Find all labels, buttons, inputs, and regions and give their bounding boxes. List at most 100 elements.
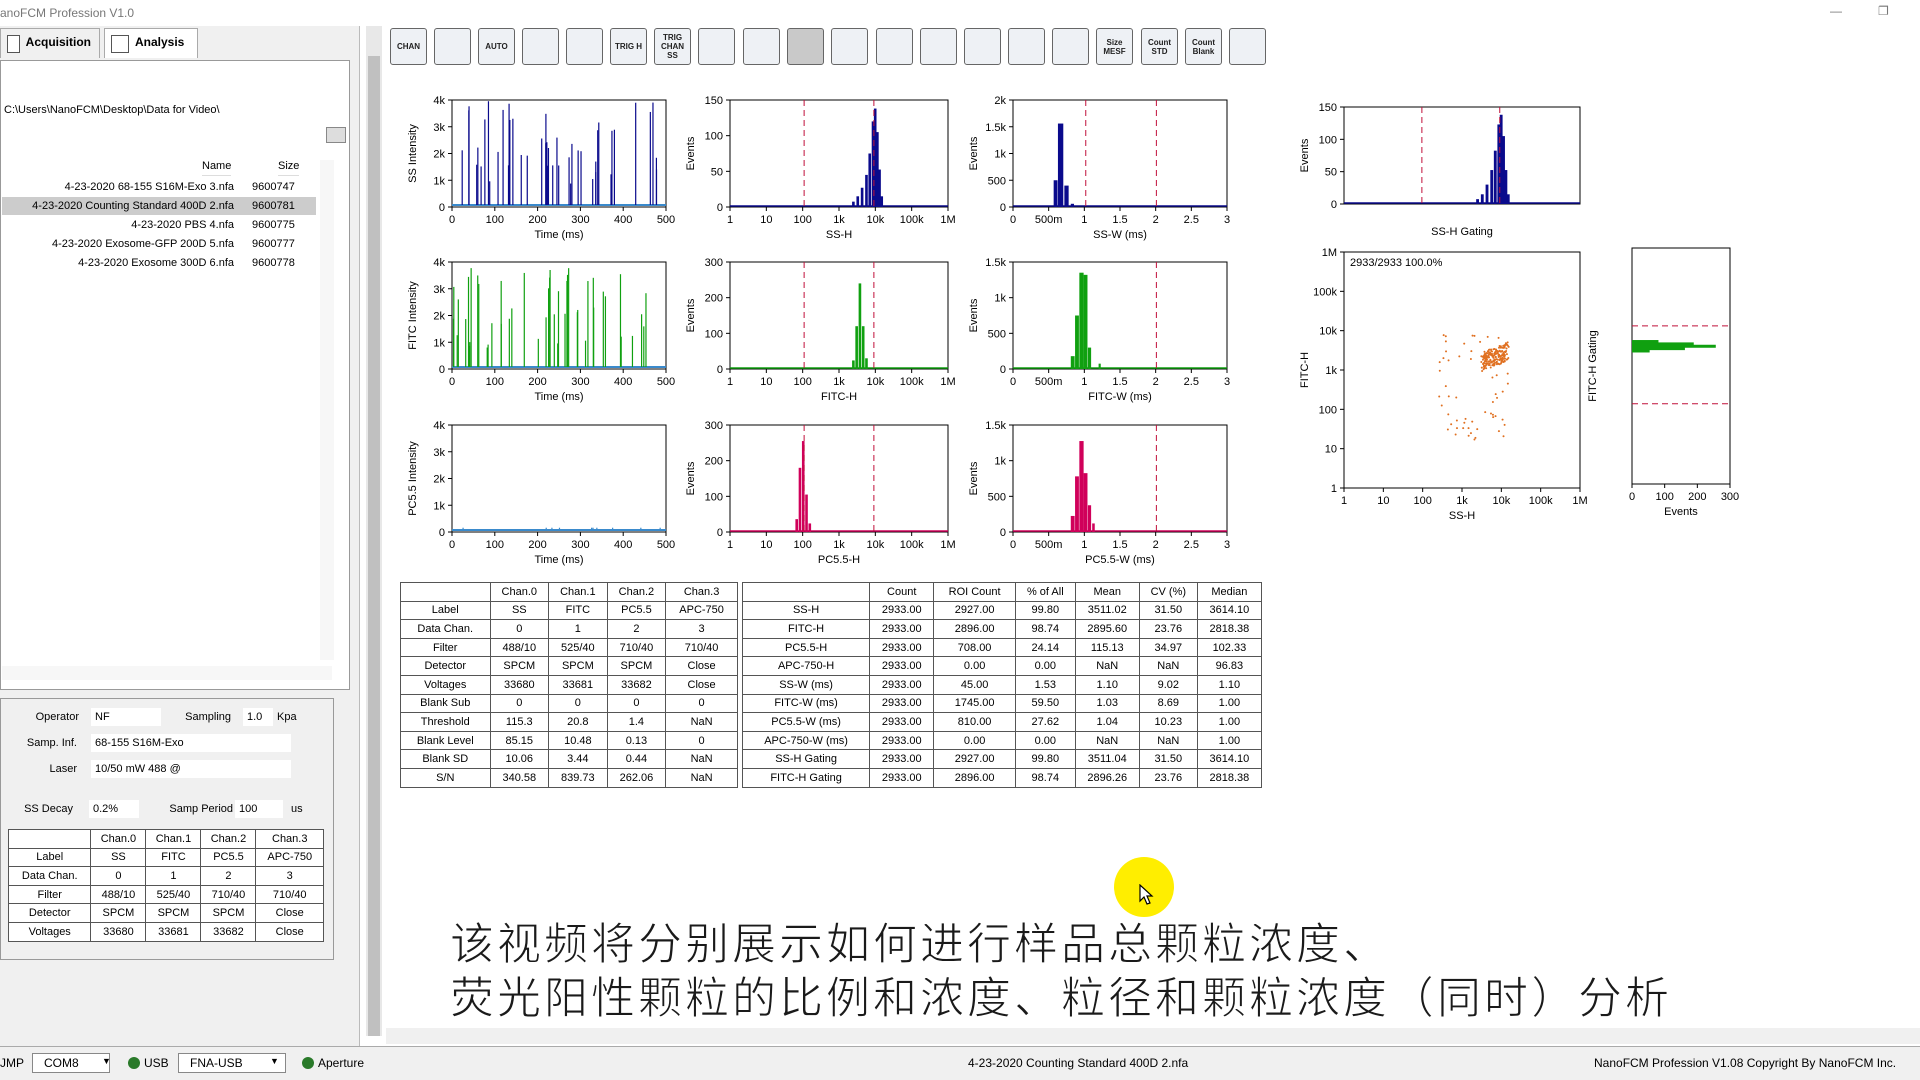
scatter-point <box>1480 361 1483 364</box>
file-row[interactable]: 4-23-2020 Exosome 300D 6.nfa 9600778 <box>2 254 316 272</box>
samp-inf-field[interactable]: 68-155 S16M-Exo <box>91 734 291 752</box>
fitc-w-histogram-xtick: 1.5 <box>1112 376 1127 388</box>
trig-chan-ss-button[interactable]: TRIG CHAN SS <box>654 28 691 65</box>
ss-h-histogram-xtick: 1M <box>940 214 955 226</box>
subtitle-line-2: 荧光阳性颗粒的比例和浓度、粒径和颗粒浓度（同时）分析 <box>450 973 1672 1025</box>
histogram-bar <box>798 467 802 532</box>
column-size-header[interactable]: Size <box>278 160 300 176</box>
fitc-h-gating-histogram[interactable]: 0 100 200 300 Events FITC-H Gating <box>1582 240 1760 536</box>
table-cell: Close <box>255 903 324 923</box>
left-panel-scrollbar[interactable] <box>366 26 382 1036</box>
histogram-bar <box>1083 274 1088 369</box>
histogram-bar <box>805 494 808 532</box>
scatter-point <box>1500 357 1503 360</box>
file-list-hscrollbar[interactable] <box>2 666 332 680</box>
laser-field[interactable]: 10/50 mW 488 @ <box>91 760 291 778</box>
ss-h-histogram-ylabel: Events <box>685 136 697 170</box>
ss-h-histogram[interactable]: 0 50 100 150 1 10 100 1k 10k 100k 1M SS-H Events <box>680 92 978 259</box>
com-dropdown-icon[interactable]: ▼ <box>102 1056 111 1066</box>
minimize-icon[interactable]: — <box>1830 4 1842 18</box>
table-cell: 33682 <box>200 921 257 942</box>
save-button[interactable] <box>698 28 735 65</box>
ss-decay-field[interactable]: 0.2% <box>89 800 139 818</box>
trig-h-button[interactable]: TRIG H <box>610 28 647 65</box>
table-cell: 1 <box>145 866 202 886</box>
file-row[interactable]: 4-23-2020 Exosome-GFP 200D 5.nfa 9600777 <box>2 235 316 253</box>
camera-button[interactable] <box>743 28 780 65</box>
table-cell: 710/40 <box>665 637 738 658</box>
settings-button[interactable] <box>434 28 471 65</box>
scatter-point <box>1505 347 1508 350</box>
scatter-plot-ylabel: FITC-H <box>1299 352 1311 388</box>
table-cell: 31.50 <box>1138 600 1198 621</box>
peak-button[interactable] <box>522 28 559 65</box>
scatter-plot-ytick: 1 <box>1331 483 1337 495</box>
folder-path[interactable]: C:\Users\NanoFCM\Desktop\Data for Video\ <box>4 100 319 120</box>
scatter-point <box>1471 334 1474 337</box>
person-button[interactable] <box>831 28 868 65</box>
table-header-cell: % of All <box>1014 582 1076 602</box>
table-header-cell: Chan.1 <box>145 829 202 849</box>
table-cell: 98.74 <box>1014 767 1076 788</box>
auto-button[interactable]: AUTO <box>478 28 515 65</box>
scroll-thumb[interactable] <box>368 56 380 1036</box>
file-list-scrollbar[interactable] <box>320 160 334 660</box>
fitc-time-plot[interactable]: 0 1k 2k 3k 4k 0 100 200 300 400 500 Time (ms) FITC I… <box>402 254 696 421</box>
pc-w-histogram[interactable]: 0 500 1k 1.5k 0 500m 1 1.5 2 2.5 3 PC5.5-W (ms) Even… <box>963 417 1257 584</box>
table-row: FITC-H Gating 2933.00 2896.00 98.74 2896.26 2… <box>741 767 1263 788</box>
grid-button[interactable] <box>787 28 824 65</box>
scatter-point <box>1446 428 1449 431</box>
ss-time-plot-ytick: 4k <box>433 95 445 107</box>
rect-gate-button[interactable] <box>964 28 1001 65</box>
file-row[interactable]: 4-23-2020 Counting Standard 400D 2.nfa 96… <box>2 197 316 215</box>
table-cell: 23.76 <box>1138 619 1198 639</box>
count-blank-button[interactable]: Count Blank <box>1185 28 1222 65</box>
ss-w-histogram-xtick: 0 <box>1010 214 1016 226</box>
ss-w-histogram-xtick: 2 <box>1153 214 1159 226</box>
table-header-row: Count ROI Count% of All Mean CV (%) Median <box>741 582 1263 602</box>
pc-time-plot-frame <box>451 424 667 533</box>
tab-acquisition[interactable]: Acquisition <box>0 28 100 58</box>
gate-line-button[interactable] <box>876 28 913 65</box>
restore-icon[interactable]: ❐ <box>1878 4 1889 18</box>
sampling-field[interactable]: 1.0 <box>243 708 273 726</box>
folder-open-icon[interactable] <box>326 127 346 143</box>
fitc-h-histogram-xtick: 10k <box>866 376 884 388</box>
report-button[interactable] <box>1229 28 1266 65</box>
gate-line-2-button[interactable] <box>920 28 957 65</box>
file-row[interactable]: 4-23-2020 PBS 4.nfa 9600775 <box>2 216 316 234</box>
samp-period-field[interactable]: 100 <box>235 800 283 818</box>
sampling-label: Sampling <box>185 711 231 723</box>
pc-time-plot[interactable]: 0 1k 2k 3k 4k 0 100 200 300 400 500 Time (ms) PC5.5 … <box>402 417 696 584</box>
ss-w-histogram[interactable]: 0 500 1k 1.5k 2k 0 500m 1 1.5 2 2.5 3 SS-W (ms) Event… <box>963 92 1257 259</box>
scatter-plot-frame <box>1343 251 1581 489</box>
scatter-plot[interactable]: 1101001k10k100k1M1 10 100 1k 10k 100k 1MSS-HFI… <box>1294 244 1610 540</box>
operator-field[interactable]: NF <box>91 708 161 726</box>
circle-gate-button[interactable] <box>1008 28 1045 65</box>
file-row[interactable]: 4-23-2020 68-155 S16M-Exo 3.nfa 9600747 <box>2 178 316 196</box>
fitc-h-histogram[interactable]: 0 100 200 300 1 10 100 1k 10k 100k 1M FITC-H Events <box>680 254 978 421</box>
count-std-button[interactable]: Count STD <box>1141 28 1178 65</box>
main-hscrollbar[interactable] <box>386 1028 1920 1044</box>
table-row: Detector SPCM SPCM SPCM Close <box>400 656 738 676</box>
size-meas-button[interactable]: Size MESF <box>1096 28 1133 65</box>
ss-h-gating-histogram[interactable]: 0 50 100 150 SS-H Gating Events <box>1294 99 1610 256</box>
polygon-gate-button[interactable] <box>1052 28 1089 65</box>
width-button[interactable] <box>566 28 603 65</box>
table-cell: 1.00 <box>1196 712 1263 732</box>
table-row: SS-H Gating 2933.00 2927.00 99.80 3511.04 31.… <box>741 749 1263 769</box>
table-header-row: Chan.0 Chan.1 Chan.2 Chan.3 <box>400 582 738 602</box>
ss-time-plot[interactable]: 0 1k 2k 3k 4k 0 100 200 300 400 500 Time (ms) SS Int… <box>402 92 696 259</box>
tab-analysis[interactable]: Analysis <box>104 28 198 58</box>
column-name-header[interactable]: Name <box>202 160 232 176</box>
fitc-w-histogram[interactable]: 0 500 1k 1.5k 0 500m 1 1.5 2 2.5 3 FITC-W (ms) Event… <box>963 254 1257 421</box>
acquisition-icon <box>7 35 20 53</box>
table-row-label: APC-750-W (ms) <box>741 730 871 751</box>
table-cell: 33681 <box>548 674 608 695</box>
chan-button[interactable]: CHAN <box>390 28 427 65</box>
pc-h-histogram[interactable]: 0 100 200 300 1 10 100 1k 10k 100k 1M PC5.5-H Events <box>680 417 978 584</box>
ss-h-gating-histogram-frame <box>1343 106 1581 205</box>
fitc-h-histogram-xtick: 10 <box>760 376 772 388</box>
table-cell: 96.83 <box>1196 656 1263 676</box>
device-dropdown-icon[interactable]: ▼ <box>270 1056 279 1066</box>
